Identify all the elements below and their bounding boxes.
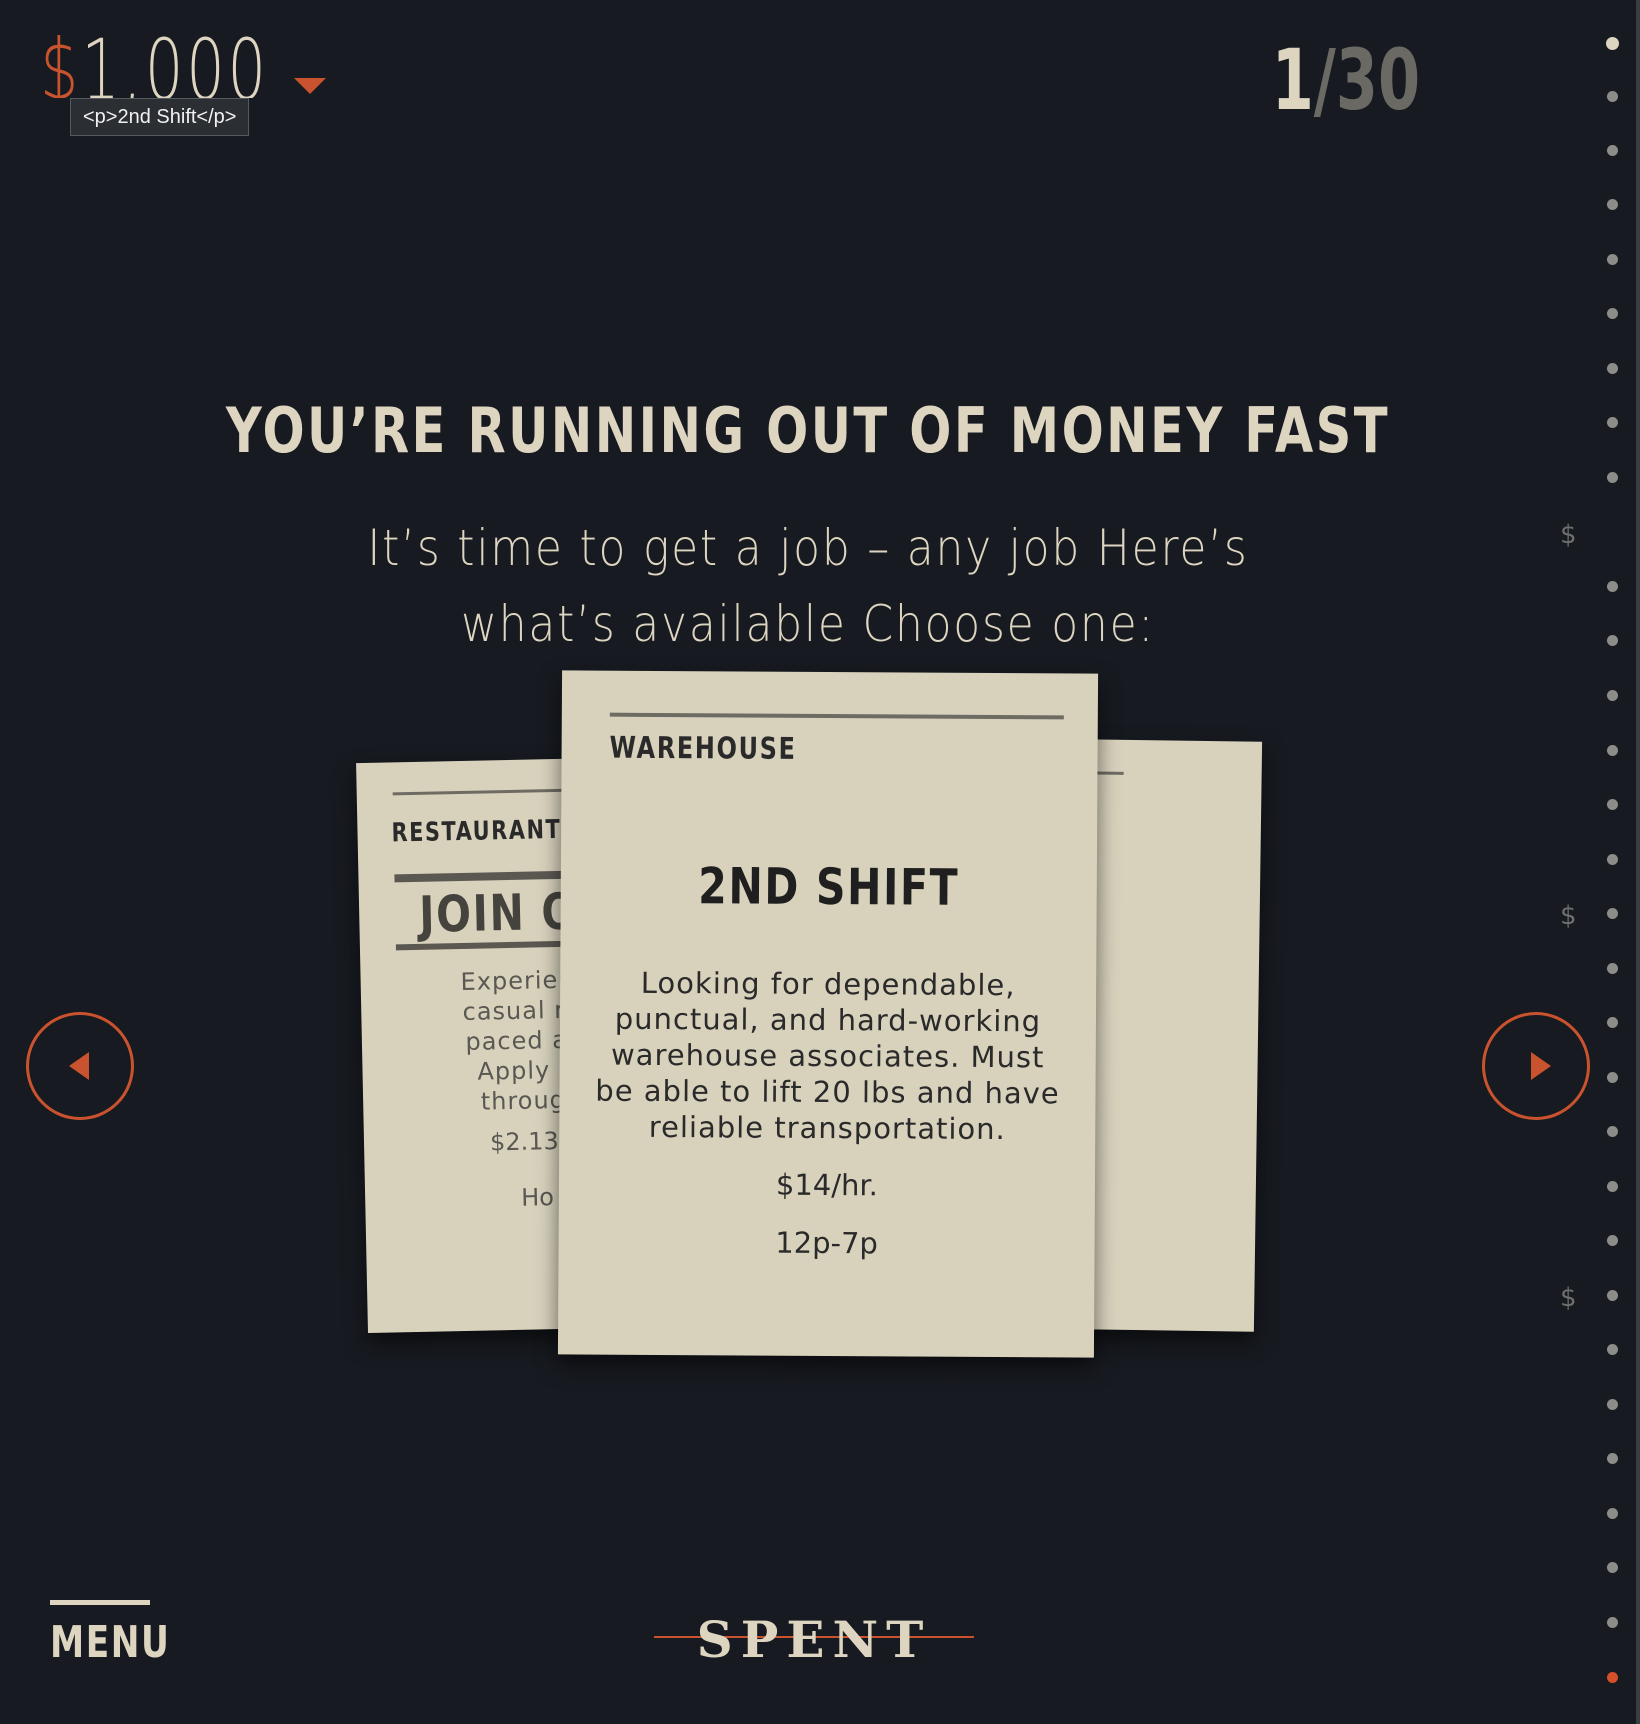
job-card-warehouse[interactable]: WAREHOUSE 2ND SHIFT Looking for dependab… [557,670,1099,1358]
page-title: YOU’RE RUNNING OUT OF MONEY FAST [225,394,1391,467]
progress-dot[interactable] [1607,1017,1618,1028]
progress-dot[interactable] [1607,254,1618,265]
progress-dot[interactable] [1607,1235,1618,1246]
progress-dot[interactable] [1607,1344,1618,1355]
card-category: WAREHOUSE [609,730,797,767]
card-rule [609,712,1064,720]
progress-dot[interactable] [1607,1453,1618,1464]
progress-dot[interactable] [1607,363,1618,374]
progress-dot[interactable] [1607,1508,1618,1519]
card-hours: Ho [520,1183,555,1212]
question-counter: 1/30 [1272,38,1420,122]
progress-dot[interactable] [1607,854,1618,865]
card-category: RESTAURANT [391,814,562,849]
triangle-left-icon [69,1052,89,1080]
menu-button[interactable]: MENU [50,1600,204,1665]
menu-label: MENU [50,1617,171,1668]
card-hours: 12p-7p [775,1225,879,1261]
progress-dot[interactable] [1607,1617,1618,1628]
page-subtitle: It’s time to get a job – any job Here’s … [367,519,1249,653]
previous-card-button[interactable] [26,1012,134,1120]
game-screen: $1,000 <p>2nd Shift</p> 1/30 $ $ $ YOU’R… [0,0,1640,1724]
progress-dot[interactable] [1606,37,1619,50]
progress-dot[interactable] [1607,145,1618,156]
progress-dot[interactable] [1607,91,1618,102]
progress-dot[interactable] [1607,308,1618,319]
progress-dot[interactable] [1607,1290,1618,1301]
progress-dollar-marker: $ [1560,1283,1577,1313]
progress-dollar-marker: $ [1560,520,1577,550]
counter-separator: / [1313,31,1336,129]
balance-display[interactable]: $1,000 [40,28,269,98]
progress-dot[interactable] [1607,1562,1618,1573]
progress-dot[interactable] [1607,472,1618,483]
spent-logo: SPENT [654,1610,974,1670]
card-title: 2ND SHIFT [698,857,960,917]
card-wage: $2.13 [489,1127,560,1157]
progress-dot[interactable] [1607,199,1618,210]
counter-current: 1 [1271,31,1314,129]
logo-text: SPENT [696,1610,932,1669]
tooltip: <p>2nd Shift</p> [70,98,250,136]
balance-currency: $ [40,28,82,98]
progress-dot[interactable] [1607,963,1618,974]
balance-amount: 1,000 [81,28,269,98]
next-card-button[interactable] [1482,1012,1590,1120]
progress-dot[interactable] [1607,1126,1618,1137]
balance-dropdown-icon[interactable] [294,78,326,94]
menu-bar-icon [50,1600,150,1605]
progress-dot[interactable] [1607,690,1618,701]
progress-dot[interactable] [1607,745,1618,756]
progress-dot[interactable] [1607,1072,1618,1083]
progress-track: $ $ $ [1544,0,1640,1724]
progress-dot[interactable] [1607,799,1618,810]
progress-dot-current[interactable] [1607,1672,1618,1683]
progress-dot[interactable] [1607,581,1618,592]
triangle-right-icon [1531,1052,1551,1080]
progress-dot[interactable] [1607,908,1618,919]
progress-dollar-marker: $ [1560,901,1577,931]
progress-dot[interactable] [1607,417,1618,428]
card-wage: $14/hr. [775,1167,879,1203]
counter-total: 30 [1335,31,1420,129]
progress-dot[interactable] [1607,1399,1618,1410]
card-description: Looking for dependable, punctual, and ha… [595,965,1060,1147]
progress-dot[interactable] [1607,635,1618,646]
progress-dot[interactable] [1607,1181,1618,1192]
